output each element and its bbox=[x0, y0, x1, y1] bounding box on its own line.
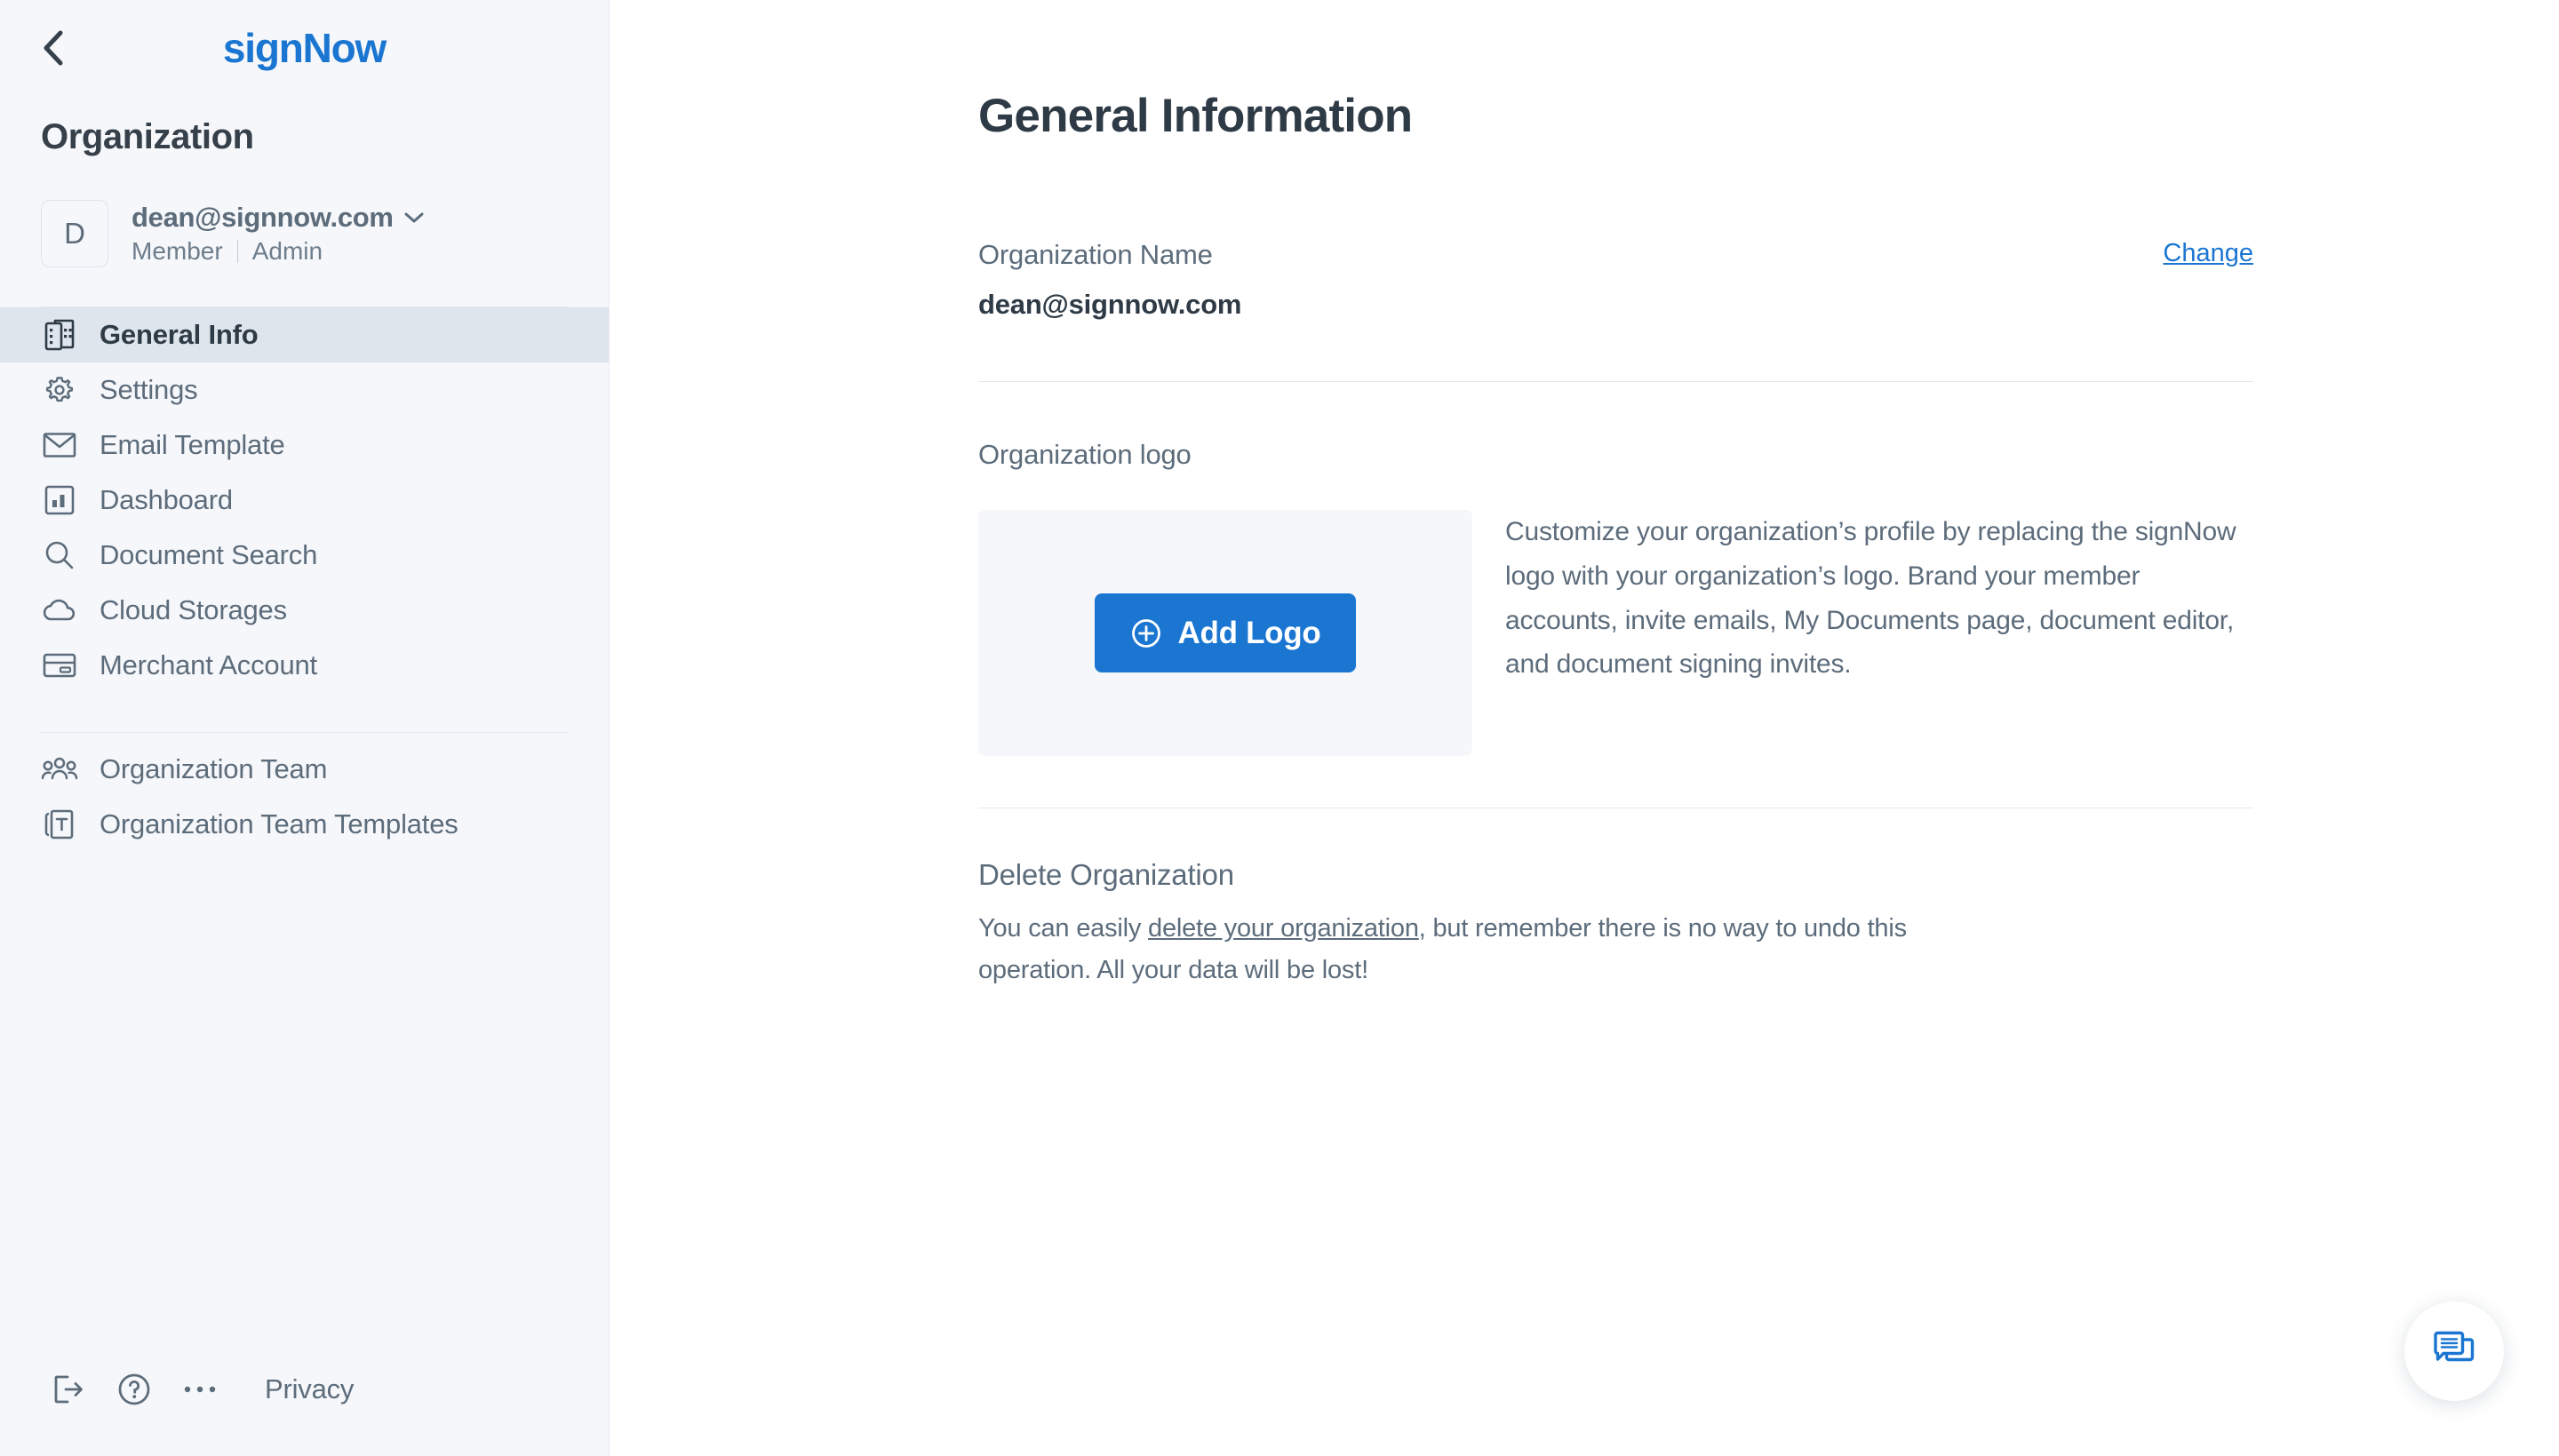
sidebar-item-settings[interactable]: Settings bbox=[0, 362, 609, 418]
brand-name-part2: Now bbox=[303, 25, 387, 71]
sidebar-item-dashboard[interactable]: Dashboard bbox=[0, 473, 609, 528]
envelope-icon bbox=[41, 426, 78, 464]
sidebar-item-label: Dashboard bbox=[100, 484, 233, 516]
sidebar-item-label: Document Search bbox=[100, 539, 317, 571]
sidebar-item-cloud-storages[interactable]: Cloud Storages bbox=[0, 583, 609, 638]
brand-name-part1: sign bbox=[223, 25, 303, 71]
delete-organization-title: Delete Organization bbox=[978, 858, 2253, 892]
cloud-icon bbox=[41, 592, 78, 629]
sidebar-item-email-template[interactable]: Email Template bbox=[0, 418, 609, 473]
sidebar-item-organization-team-templates[interactable]: Organization Team Templates bbox=[0, 797, 609, 852]
bar-chart-icon bbox=[41, 481, 78, 519]
people-icon bbox=[41, 751, 78, 788]
sidebar-item-merchant-account[interactable]: Merchant Account bbox=[0, 638, 609, 693]
logout-button[interactable] bbox=[36, 1357, 101, 1422]
org-name-value: dean@signnow.com bbox=[978, 289, 1241, 321]
credit-card-icon bbox=[41, 647, 78, 684]
sidebar-item-organization-team[interactable]: Organization Team bbox=[0, 742, 609, 797]
sidebar-nav-secondary: Organization Team Organization Team Temp… bbox=[0, 742, 609, 852]
sidebar-divider-bottom bbox=[41, 732, 568, 733]
page-title: General Information bbox=[978, 89, 2253, 143]
user-email: dean@signnow.com bbox=[132, 202, 394, 234]
avatar: D bbox=[41, 200, 108, 267]
sidebar-item-label: General Info bbox=[100, 319, 258, 351]
org-name-label: Organization Name bbox=[978, 239, 1241, 271]
change-org-name-link[interactable]: Change bbox=[2163, 239, 2253, 268]
plus-circle-icon bbox=[1130, 617, 1162, 649]
org-logo-description: Customize your organization’s profile by… bbox=[1505, 510, 2252, 687]
role-separator bbox=[237, 240, 238, 263]
search-icon bbox=[41, 537, 78, 574]
divider-1 bbox=[978, 381, 2253, 382]
building-icon bbox=[41, 316, 78, 354]
more-options-button[interactable] bbox=[167, 1357, 233, 1422]
add-logo-button-label: Add Logo bbox=[1178, 616, 1321, 651]
gear-icon bbox=[41, 371, 78, 409]
chevron-left-icon bbox=[42, 29, 65, 67]
sidebar-item-label: Organization Team Templates bbox=[100, 808, 458, 840]
sidebar-item-label: Merchant Account bbox=[100, 649, 317, 681]
sidebar-header: signNow bbox=[0, 0, 609, 96]
sidebar-nav-primary: General Info Settings bbox=[0, 307, 609, 693]
help-button[interactable] bbox=[101, 1357, 167, 1422]
ellipsis-icon bbox=[182, 1383, 218, 1396]
delete-text-before: You can easily bbox=[978, 914, 1148, 943]
org-logo-row: Add Logo Customize your organization’s p… bbox=[978, 510, 2253, 756]
sidebar: signNow Organization D dean@signnow.com … bbox=[0, 0, 610, 1456]
sidebar-item-document-search[interactable]: Document Search bbox=[0, 528, 609, 583]
sidebar-footer: Privacy bbox=[0, 1323, 609, 1456]
back-button[interactable] bbox=[34, 28, 73, 68]
user-role-secondary: Admin bbox=[252, 237, 323, 266]
logout-icon bbox=[52, 1372, 85, 1406]
delete-organization-link[interactable]: delete your organization bbox=[1148, 914, 1419, 943]
add-logo-button[interactable]: Add Logo bbox=[1095, 593, 1357, 672]
sidebar-item-label: Organization Team bbox=[100, 753, 327, 785]
delete-organization-description: You can easily delete your organization,… bbox=[978, 908, 1920, 991]
logo-dropzone[interactable]: Add Logo bbox=[978, 510, 1472, 756]
org-name-block: Organization Name dean@signnow.com bbox=[978, 239, 1241, 321]
app-root: signNow Organization D dean@signnow.com … bbox=[0, 0, 2559, 1456]
sidebar-title: Organization bbox=[0, 96, 609, 157]
sidebar-item-label: Email Template bbox=[100, 429, 285, 461]
user-block[interactable]: D dean@signnow.com Member Admin bbox=[0, 157, 609, 267]
main-content: General Information Organization Name de… bbox=[610, 0, 2559, 1456]
org-name-section: Organization Name dean@signnow.com Chang… bbox=[978, 239, 2253, 321]
user-role-primary: Member bbox=[132, 237, 223, 266]
question-circle-icon bbox=[116, 1372, 152, 1407]
sidebar-item-label: Cloud Storages bbox=[100, 594, 287, 626]
user-roles: Member Admin bbox=[132, 237, 424, 266]
template-icon bbox=[41, 806, 78, 843]
chat-support-button[interactable] bbox=[2404, 1301, 2504, 1401]
sidebar-item-label: Settings bbox=[100, 374, 197, 406]
user-meta: dean@signnow.com Member Admin bbox=[132, 202, 424, 266]
org-logo-label: Organization logo bbox=[978, 439, 2253, 471]
brand-logo: signNow bbox=[0, 24, 609, 72]
chat-bubble-icon bbox=[2431, 1330, 2477, 1372]
sidebar-item-general-info[interactable]: General Info bbox=[0, 307, 609, 362]
privacy-link[interactable]: Privacy bbox=[265, 1373, 354, 1405]
chevron-down-icon bbox=[404, 211, 424, 224]
user-email-dropdown[interactable]: dean@signnow.com bbox=[132, 202, 424, 234]
content-wrapper: General Information Organization Name de… bbox=[978, 0, 2253, 991]
